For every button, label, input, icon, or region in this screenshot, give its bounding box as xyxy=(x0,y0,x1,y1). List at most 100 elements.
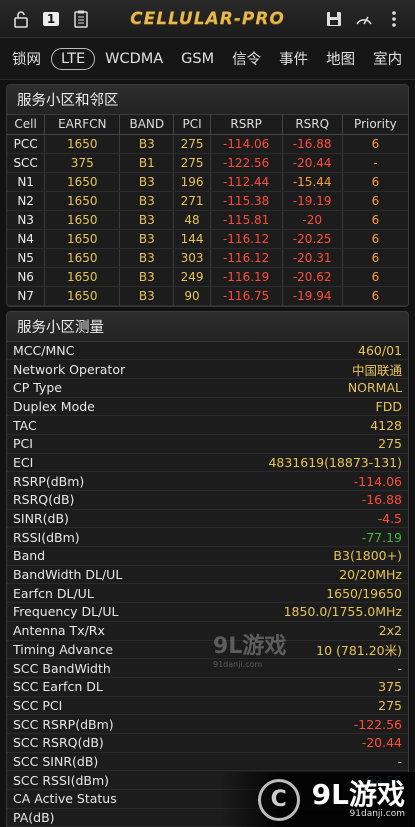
column-header: RSRP xyxy=(210,115,283,135)
table-cell: B3 xyxy=(119,191,175,211)
measurement-value: 460/01 xyxy=(358,342,402,358)
table-cell: -116.75 xyxy=(210,286,283,306)
list-item: Network Operator 中国联通 xyxy=(7,360,408,379)
clipboard-icon[interactable] xyxy=(66,4,96,34)
measurement-label: PA(dB) xyxy=(13,810,55,826)
tab-wcdma[interactable]: WCDMA xyxy=(97,47,171,71)
tab-events[interactable]: 事件 xyxy=(271,44,316,73)
table-cell: PCC xyxy=(7,134,46,154)
list-item: RSRQ(dB) -16.88 xyxy=(7,491,408,510)
list-item: Earfcn DL/UL 1650/19650 xyxy=(7,584,408,604)
measurement-label: SCC RSRQ(dB) xyxy=(13,735,104,751)
measurement-label: RSRP(dBm) xyxy=(13,473,85,489)
table-cell: B3 xyxy=(119,172,175,192)
column-header: Priority xyxy=(342,115,408,135)
table-cell: 1650 xyxy=(44,210,121,230)
lock-icon[interactable] xyxy=(6,4,36,34)
table-row[interactable]: N6 1650 B3 249 -116.19 -20.62 6 xyxy=(7,267,408,287)
tab-indoor[interactable]: 室内 xyxy=(365,44,410,73)
table-cell: -122.56 xyxy=(210,153,283,173)
neighbor-cells-table: Cell EARFCN BAND PCI RSRP RSRQ Priority … xyxy=(7,115,408,306)
measurement-value: -92.56 xyxy=(361,772,402,788)
sim-counter-icon[interactable]: 1 xyxy=(36,4,66,34)
measurement-label: MCC/MNC xyxy=(13,342,75,358)
measurement-label: SINR(dB) xyxy=(13,511,69,527)
more-menu-icon[interactable] xyxy=(379,4,409,34)
measurement-label: Antenna Tx/Rx xyxy=(13,623,105,639)
list-item: SCC BandWidth - xyxy=(7,659,408,678)
table-cell: 6 xyxy=(342,172,408,192)
table-cell: B3 xyxy=(119,229,175,249)
measurement-value: 275 xyxy=(378,436,402,452)
tab-lock-network[interactable]: 锁网 xyxy=(4,44,49,73)
table-cell: B3 xyxy=(119,134,175,154)
table-row[interactable]: PCC 1650 B3 275 -114.06 -16.88 6 xyxy=(7,134,408,154)
tab-signaling[interactable]: 信令 xyxy=(224,44,269,73)
table-cell: 1650 xyxy=(44,134,121,154)
table-cell: N6 xyxy=(7,267,46,287)
list-item: Band B3(1800+) xyxy=(7,547,408,566)
list-item: BandWidth DL/UL 20/20MHz xyxy=(7,566,408,585)
tab-gsm[interactable]: GSM xyxy=(173,47,222,71)
tab-map[interactable]: 地图 xyxy=(318,44,363,73)
measurement-label: Network Operator xyxy=(13,361,126,377)
measurement-value: -16.88 xyxy=(361,492,402,508)
measurement-label: BandWidth DL/UL xyxy=(13,567,123,583)
measurement-value: 4128 xyxy=(370,417,402,433)
column-header: BAND xyxy=(119,115,175,135)
table-cell: - xyxy=(342,153,408,173)
list-item: ECI 4831619(18873-131) xyxy=(7,454,408,473)
measurement-value: -114.06 xyxy=(353,473,402,489)
table-cell: 6 xyxy=(342,286,408,306)
table-cell: N5 xyxy=(7,248,46,268)
table-row[interactable]: N3 1650 B3 48 -115.81 -20 6 xyxy=(7,210,408,230)
tab-lte[interactable]: LTE xyxy=(51,47,96,70)
measurement-value: 1850.0/1755.0MHz xyxy=(283,604,402,620)
measurement-label: CA Active Status xyxy=(13,791,117,807)
measurement-value: 275 xyxy=(378,697,402,713)
table-cell: N1 xyxy=(7,172,46,192)
column-header: Cell xyxy=(7,115,46,135)
list-item: TAC 4128 xyxy=(7,416,408,435)
table-cell: -116.19 xyxy=(210,267,283,287)
table-row[interactable]: N4 1650 B3 144 -116.12 -20.25 6 xyxy=(7,229,408,249)
list-item: SCC SINR(dB) - xyxy=(7,753,408,772)
measurement-value: 375 xyxy=(378,679,402,695)
table-cell: 144 xyxy=(173,229,211,249)
top-toolbar: 1 CELLULAR-PRO xyxy=(0,0,415,38)
list-item: Duplex Mode FDD xyxy=(7,398,408,417)
serving-cell-panel: 服务小区测量 MCC/MNC 460/01 Network Operator 中国联通… xyxy=(6,310,409,827)
measurement-value: FDD xyxy=(375,398,402,414)
table-cell: N4 xyxy=(7,229,46,249)
table-row[interactable]: N2 1650 B3 271 -115.38 -19.19 6 xyxy=(7,191,408,211)
save-icon[interactable] xyxy=(319,4,349,34)
table-cell: 1650 xyxy=(44,172,121,192)
table-cell: 6 xyxy=(342,191,408,211)
table-row[interactable]: N5 1650 B3 303 -116.12 -20.31 6 xyxy=(7,248,408,268)
table-row[interactable]: SCC 375 B1 275 -122.56 -20.44- xyxy=(7,153,408,173)
measurement-value: 10 (781.20米) xyxy=(316,642,402,658)
table-row[interactable]: N7 1650 B3 90 -116.75 -19.94 6 xyxy=(7,286,408,306)
list-item: SCC RSRP(dBm) -122.56 xyxy=(7,715,408,734)
table-cell: -116.12 xyxy=(210,229,283,249)
table-cell: 48 xyxy=(173,210,211,230)
table-cell: 1650 xyxy=(44,267,121,287)
table-cell: 271 xyxy=(173,191,211,211)
measurement-value: 1650/19650 xyxy=(326,585,402,601)
measurement-value: 中国联通 xyxy=(351,362,402,378)
list-item: Antenna Tx/Rx 2x2 xyxy=(7,622,408,641)
speedometer-icon[interactable] xyxy=(349,4,379,34)
table-cell: 1650 xyxy=(44,248,121,268)
table-row[interactable]: N1 1650 B3 196 -112.44 -15.44 6 xyxy=(7,172,408,192)
list-item: SINR(dB) -4.5 xyxy=(7,510,408,529)
table-cell: 6 xyxy=(342,229,408,249)
column-header: RSRQ xyxy=(282,115,343,135)
list-item: Timing Advance 10 (781.20米) xyxy=(7,641,408,660)
table-cell: -20.25 xyxy=(282,229,343,249)
measurement-value: 2x2 xyxy=(378,623,402,639)
measurement-list: MCC/MNC 460/01 Network Operator 中国联通 CP Type… xyxy=(7,342,408,827)
list-item: MCC/MNC 460/01 xyxy=(7,342,408,361)
table-cell: -20.44 xyxy=(282,153,343,173)
list-item: Frequency DL/UL 1850.0/1755.0MHz xyxy=(7,603,408,622)
list-item: CP Type NORMAL xyxy=(7,379,408,398)
